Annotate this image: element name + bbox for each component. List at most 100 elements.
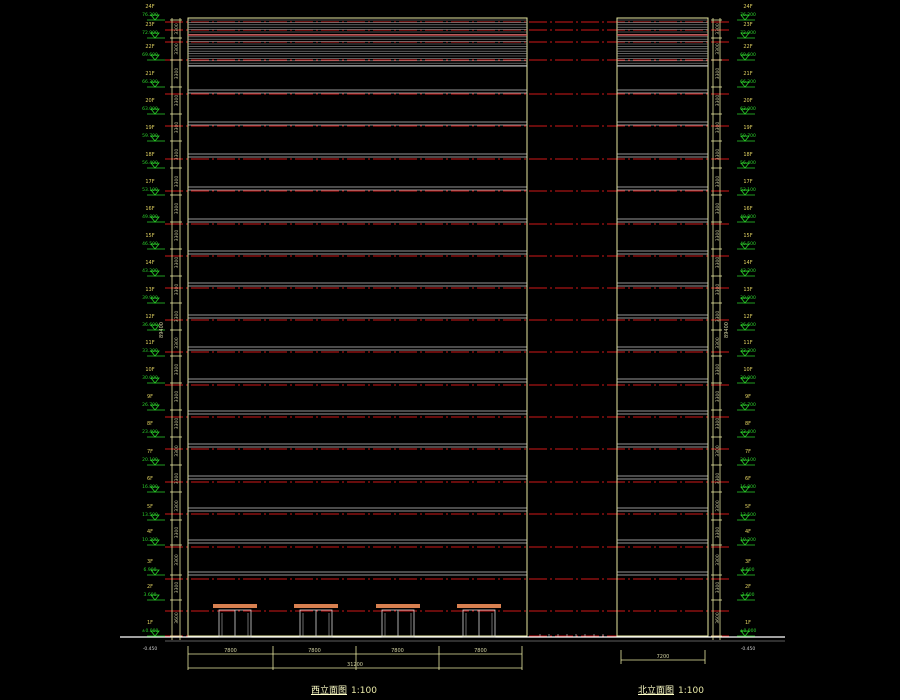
floor-height-label: 3300 [174,176,180,188]
level-floor-label: 16F [145,206,154,212]
level-floor-label: 14F [743,260,752,266]
bay-dimension-label: 7800 [474,648,487,654]
entrance-canopy [376,604,420,608]
level-floor-label: 10F [145,367,154,373]
floor-height-label: 3300 [174,257,180,269]
level-floor-label: 17F [743,179,752,185]
bay-dimension-label: 7800 [224,648,237,654]
floor-height-label: 3300 [174,391,180,403]
floor-height-label: 3300 [715,527,721,539]
level-elevation-label: 6.900 [742,567,755,573]
level-floor-label: 11F [743,340,752,346]
level-floor-label: 3F [745,559,751,565]
elevation-drawing: 1F ±0.000 2F 3.600 3600 3F 6.900 3300 4F 10.200 33… [120,4,785,670]
level-floor-label: 12F [145,314,154,320]
level-floor-label: 23F [145,22,154,28]
floor-height-label: 3300 [715,364,721,376]
floor-height-label: 3300 [174,149,180,161]
floor-height-label: 3300 [174,230,180,242]
bay-dimension-label: 7800 [308,648,321,654]
level-floor-label: 4F [147,529,153,535]
level-elevation-label: 59.700 [142,133,158,139]
level-elevation-label: 53.100 [142,187,158,193]
level-elevation-label: 3.600 [144,592,157,598]
level-floor-label: 13F [743,287,752,293]
level-elevation-label: 6.900 [144,567,157,573]
level-floor-label: 18F [145,152,154,158]
floor-height-label: 3300 [174,68,180,80]
floor-height-label: 3300 [715,391,721,403]
level-elevation-label: 56.400 [142,160,158,166]
level-floor-label: 9F [745,394,751,400]
level-floor-label: 19F [743,125,752,131]
level-elevation-label: 16.800 [142,484,158,490]
level-floor-label: 15F [145,233,154,239]
level-elevation-label: 59.700 [740,133,756,139]
floor-height-label: 3300 [715,582,721,594]
level-floor-label: 12F [743,314,752,320]
level-elevation-label: 33.300 [740,348,756,354]
level-floor-label: 20F [743,98,752,104]
level-elevation-label: ±0.000 [142,628,159,634]
level-elevation-label: 20.100 [740,457,756,463]
level-floor-label: 9F [147,394,153,400]
level-floor-label: 11F [145,340,154,346]
floor-height-label: 3300 [174,43,180,55]
total-width-label: 31200 [347,662,363,668]
level-floor-label: 4F [745,529,751,535]
level-elevation-label: 43.200 [142,268,158,274]
level-elevation-label: 69.600 [142,52,158,58]
ground-elevation-label: -0.450 [143,646,158,652]
floor-height-label: 3300 [174,122,180,134]
level-elevation-label: ±0.000 [740,628,757,634]
level-floor-label: 1F [745,620,751,626]
level-elevation-label: 10.200 [142,537,158,543]
floor-height-label: 3300 [715,203,721,215]
floor-height-label: 3600 [174,612,180,624]
level-elevation-label: 49.800 [740,214,756,220]
level-elevation-label: 10.200 [740,537,756,543]
floor-height-label: 3300 [174,554,180,566]
level-elevation-label: 3.600 [742,592,755,598]
level-floor-label: 1F [147,620,153,626]
level-floor-label: 7F [147,449,153,455]
level-elevation-label: 76.200 [740,12,756,18]
level-elevation-label: 39.900 [142,295,158,301]
floor-height-label: 3300 [715,554,721,566]
total-height-label: 89400 [724,322,730,338]
north-elevation-caption: 北立面图 1:100 [638,683,704,696]
level-floor-label: 19F [145,125,154,131]
floor-height-label: 3300 [715,500,721,512]
entrance-canopy [213,604,257,608]
level-floor-label: 20F [145,98,154,104]
floor-height-label: 3300 [715,23,721,35]
level-floor-label: 6F [147,476,153,482]
west-elevation-title: 西立面图 [311,686,348,696]
floor-height-label: 3300 [174,337,180,349]
floor-height-label: 3300 [174,527,180,539]
bay-dimension-label: 7800 [391,648,404,654]
level-floor-label: 15F [743,233,752,239]
west-elevation-caption: 西立面图 1:100 [311,683,377,696]
level-floor-label: 7F [745,449,751,455]
level-floor-label: 16F [743,206,752,212]
level-elevation-label: 46.500 [740,241,756,247]
north-bay-dimension-label: 7200 [657,654,670,660]
floor-height-label: 3300 [174,284,180,296]
level-floor-label: 24F [145,4,154,10]
floor-height-label: 3300 [715,122,721,134]
level-elevation-label: 33.300 [142,348,158,354]
level-floor-label: 3F [147,559,153,565]
level-elevation-label: 20.100 [142,457,158,463]
level-floor-label: 10F [743,367,752,373]
level-elevation-label: 63.000 [740,106,756,112]
floor-height-label: 3300 [715,149,721,161]
floor-height-label: 3300 [715,284,721,296]
floor-height-label: 3300 [715,257,721,269]
level-elevation-label: 36.600 [740,322,756,328]
level-elevation-label: 13.500 [142,512,158,518]
level-floor-label: 2F [745,584,751,590]
level-elevation-label: 72.900 [740,30,756,36]
level-elevation-label: 23.400 [142,429,158,435]
level-elevation-label: 30.000 [142,375,158,381]
